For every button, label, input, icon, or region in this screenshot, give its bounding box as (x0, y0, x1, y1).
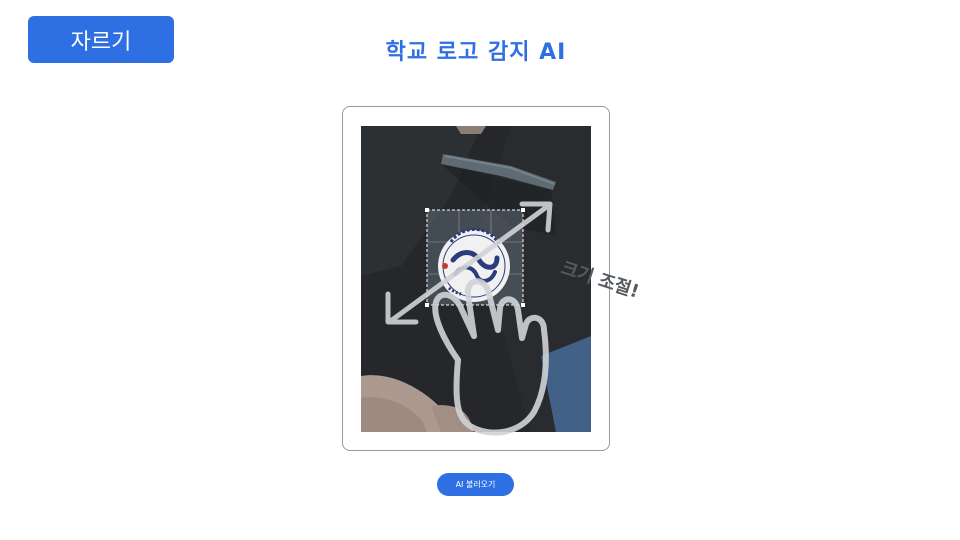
photo-illustration (361, 126, 591, 432)
page: 자르기 학교 로고 감지 AI 크기 조절! AI 불러오기 (0, 0, 960, 540)
load-ai-button[interactable]: AI 불러오기 (437, 473, 514, 496)
uploaded-photo (361, 126, 591, 432)
page-title: 학교 로고 감지 AI (385, 40, 567, 65)
